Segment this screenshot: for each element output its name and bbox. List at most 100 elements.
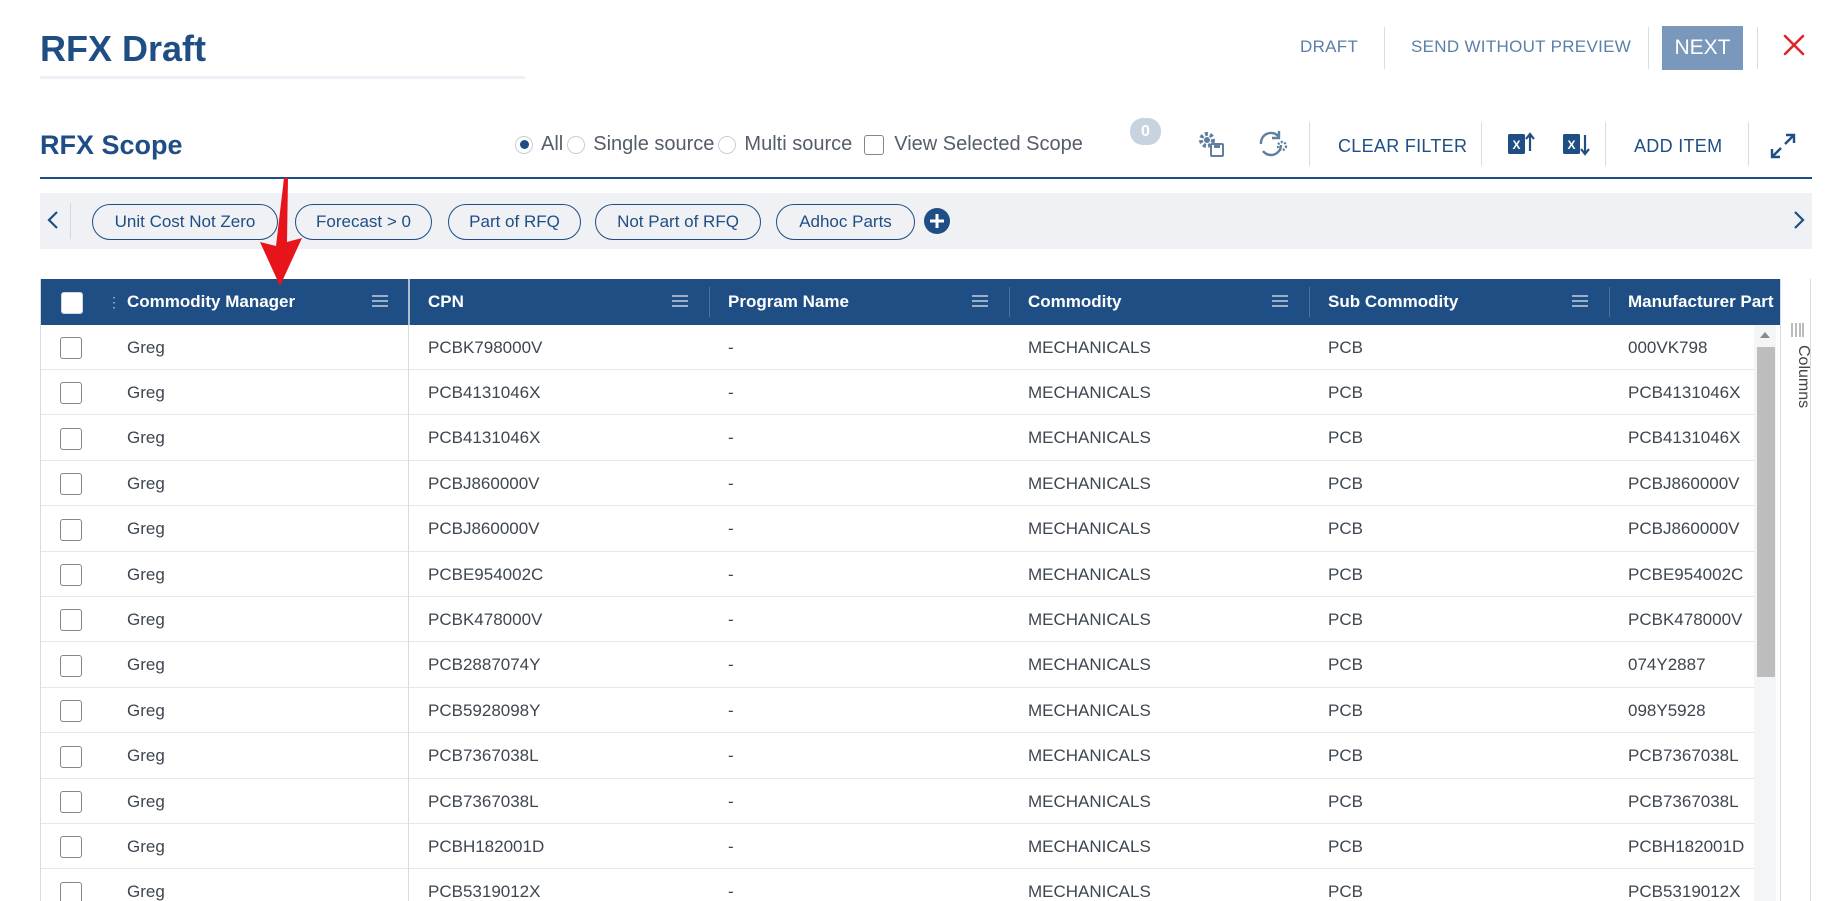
- cell-commodity-manager: Greg: [127, 791, 165, 811]
- row-checkbox[interactable]: [60, 836, 82, 859]
- table-row[interactable]: Greg PCBE954002C - MECHANICALS PCB PCBE954002…: [41, 552, 1757, 597]
- table-row[interactable]: Greg PCB5319012X - MECHANICALS PCB PCB5319012…: [41, 870, 1757, 901]
- divider: [1384, 27, 1385, 69]
- table-row[interactable]: Greg PCB7367038L - MECHANICALS PCB PCB7367038…: [41, 779, 1757, 824]
- filter-chip-forecast[interactable]: Forecast > 0: [295, 204, 432, 240]
- table-row[interactable]: Greg PCB7367038L - MECHANICALS PCB PCB7367038…: [41, 734, 1757, 779]
- table-row[interactable]: Greg PCBK798000V - MECHANICALS PCB 000VK798: [41, 325, 1757, 370]
- row-checkbox[interactable]: [60, 700, 82, 723]
- add-item-button[interactable]: ADD ITEM: [1634, 136, 1722, 157]
- refresh-settings-icon[interactable]: [1255, 128, 1289, 165]
- column-menu-icon[interactable]: [1572, 294, 1588, 313]
- view-selected-scope-toggle[interactable]: View Selected Scope: [864, 133, 1083, 156]
- column-menu-icon[interactable]: [672, 294, 688, 313]
- cell-sub-commodity: PCB: [1328, 882, 1363, 901]
- draft-button[interactable]: DRAFT: [1300, 37, 1358, 57]
- cell-commodity-manager: Greg: [127, 519, 165, 539]
- cell-commodity-manager: Greg: [127, 473, 165, 493]
- columns-side-panel[interactable]: Columns: [1780, 279, 1810, 901]
- table-row[interactable]: Greg PCBH182001D - MECHANICALS PCB PCBH182001…: [41, 824, 1757, 870]
- vertical-scrollbar[interactable]: [1754, 325, 1776, 901]
- filter-chip-unit-cost[interactable]: Unit Cost Not Zero: [92, 204, 278, 240]
- cell-manufacturer-part: PCB5319012X: [1628, 882, 1741, 901]
- expand-icon[interactable]: [1769, 132, 1797, 165]
- clear-filter-button[interactable]: CLEAR FILTER: [1338, 136, 1467, 157]
- cell-program-name: -: [728, 428, 734, 448]
- filter-chip-adhoc-parts[interactable]: Adhoc Parts: [776, 204, 915, 240]
- filter-chip-part-of-rfq[interactable]: Part of RFQ: [448, 204, 581, 240]
- view-selected-checkbox[interactable]: [864, 134, 885, 155]
- table-row[interactable]: Greg PCB5928098Y - MECHANICALS PCB 098Y5928: [41, 688, 1757, 734]
- column-menu-icon[interactable]: [1272, 294, 1288, 313]
- row-checkbox[interactable]: [60, 609, 82, 632]
- column-header-manufacturer-part[interactable]: Manufacturer Part: [1628, 279, 1773, 325]
- chevron-left-icon[interactable]: [46, 209, 60, 236]
- row-checkbox[interactable]: [60, 518, 82, 541]
- cell-program-name: -: [728, 609, 734, 629]
- row-checkbox[interactable]: [60, 564, 82, 586]
- cell-commodity-manager: Greg: [127, 882, 165, 901]
- table-row[interactable]: Greg PCBJ860000V - MECHANICALS PCB PCBJ860000…: [41, 461, 1757, 507]
- row-checkbox[interactable]: [60, 473, 82, 496]
- next-button[interactable]: NEXT: [1662, 26, 1743, 70]
- radio-label: Multi source: [744, 133, 853, 155]
- column-header-cpn[interactable]: CPN: [428, 279, 464, 325]
- cell-program-name: -: [728, 882, 734, 901]
- table-row[interactable]: Greg PCB4131046X - MECHANICALS PCB PCB4131046…: [41, 370, 1757, 416]
- excel-upload-icon[interactable]: X: [1506, 129, 1536, 164]
- cell-manufacturer-part: 074Y2887: [1628, 655, 1706, 675]
- cell-sub-commodity: PCB: [1328, 700, 1363, 720]
- columns-tab-label[interactable]: Columns: [1781, 345, 1810, 408]
- cell-commodity-manager: Greg: [127, 700, 165, 720]
- row-checkbox[interactable]: [60, 791, 82, 813]
- cell-program-name: -: [728, 473, 734, 493]
- row-checkbox[interactable]: [60, 654, 82, 677]
- radio-button[interactable]: [718, 135, 737, 154]
- row-checkbox[interactable]: [60, 881, 82, 901]
- radio-button-selected[interactable]: [515, 135, 533, 154]
- cell-manufacturer-part: PCBH182001D: [1628, 836, 1745, 856]
- cell-commodity: MECHANICALS: [1028, 700, 1151, 720]
- cell-manufacturer-part: PCBE954002C: [1628, 564, 1744, 584]
- excel-download-icon[interactable]: X: [1561, 129, 1591, 164]
- radio-button[interactable]: [567, 135, 586, 154]
- table-row[interactable]: Greg PCBJ860000V - MECHANICALS PCB PCBJ860000…: [41, 507, 1757, 552]
- cell-commodity-manager: Greg: [127, 609, 165, 629]
- column-menu-icon[interactable]: [972, 294, 988, 313]
- cell-program-name: -: [728, 382, 734, 402]
- column-header-commodity[interactable]: Commodity: [1028, 279, 1122, 325]
- cell-commodity-manager: Greg: [127, 746, 165, 766]
- drag-handle-icon[interactable]: ⋮: [107, 294, 121, 311]
- column-header-sub-commodity[interactable]: Sub Commodity: [1328, 279, 1458, 325]
- settings-save-icon[interactable]: [1196, 129, 1226, 164]
- radio-all[interactable]: All: [515, 133, 563, 156]
- table-row[interactable]: Greg PCBK478000V - MECHANICALS PCB PCBK478000…: [41, 597, 1757, 643]
- cell-sub-commodity: PCB: [1328, 655, 1363, 675]
- scrollbar-thumb[interactable]: [1757, 347, 1775, 677]
- select-all-checkbox[interactable]: [61, 292, 83, 314]
- cell-commodity: MECHANICALS: [1028, 564, 1151, 584]
- add-filter-icon[interactable]: [923, 207, 951, 240]
- table-row[interactable]: Greg PCB4131046X - MECHANICALS PCB PCB4131046…: [41, 416, 1757, 461]
- close-icon[interactable]: [1780, 30, 1808, 60]
- row-checkbox[interactable]: [60, 337, 82, 359]
- radio-single-source[interactable]: Single source: [567, 133, 714, 156]
- cell-sub-commodity: PCB: [1328, 337, 1363, 357]
- send-without-preview-button[interactable]: SEND WITHOUT PREVIEW: [1411, 37, 1631, 57]
- column-menu-icon[interactable]: [372, 294, 388, 313]
- scroll-up-arrow-icon[interactable]: [1760, 331, 1770, 339]
- column-divider: [1009, 287, 1010, 317]
- radio-multi-source[interactable]: Multi source: [718, 133, 852, 156]
- row-checkbox[interactable]: [60, 745, 82, 768]
- column-header-program-name[interactable]: Program Name: [728, 279, 849, 325]
- row-checkbox[interactable]: [60, 427, 82, 450]
- table-row[interactable]: Greg PCB2887074Y - MECHANICALS PCB 074Y2887: [41, 643, 1757, 688]
- chevron-right-icon[interactable]: [1792, 209, 1806, 236]
- filter-chip-not-part-of-rfq[interactable]: Not Part of RFQ: [595, 204, 761, 240]
- source-filter-radio-group: All Single source Multi source View Sele…: [515, 133, 1087, 156]
- cell-manufacturer-part: PCB7367038L: [1628, 791, 1739, 811]
- row-checkbox[interactable]: [60, 382, 82, 405]
- cell-sub-commodity: PCB: [1328, 609, 1363, 629]
- cell-commodity-manager: Greg: [127, 564, 165, 584]
- cell-manufacturer-part: PCB4131046X: [1628, 428, 1741, 448]
